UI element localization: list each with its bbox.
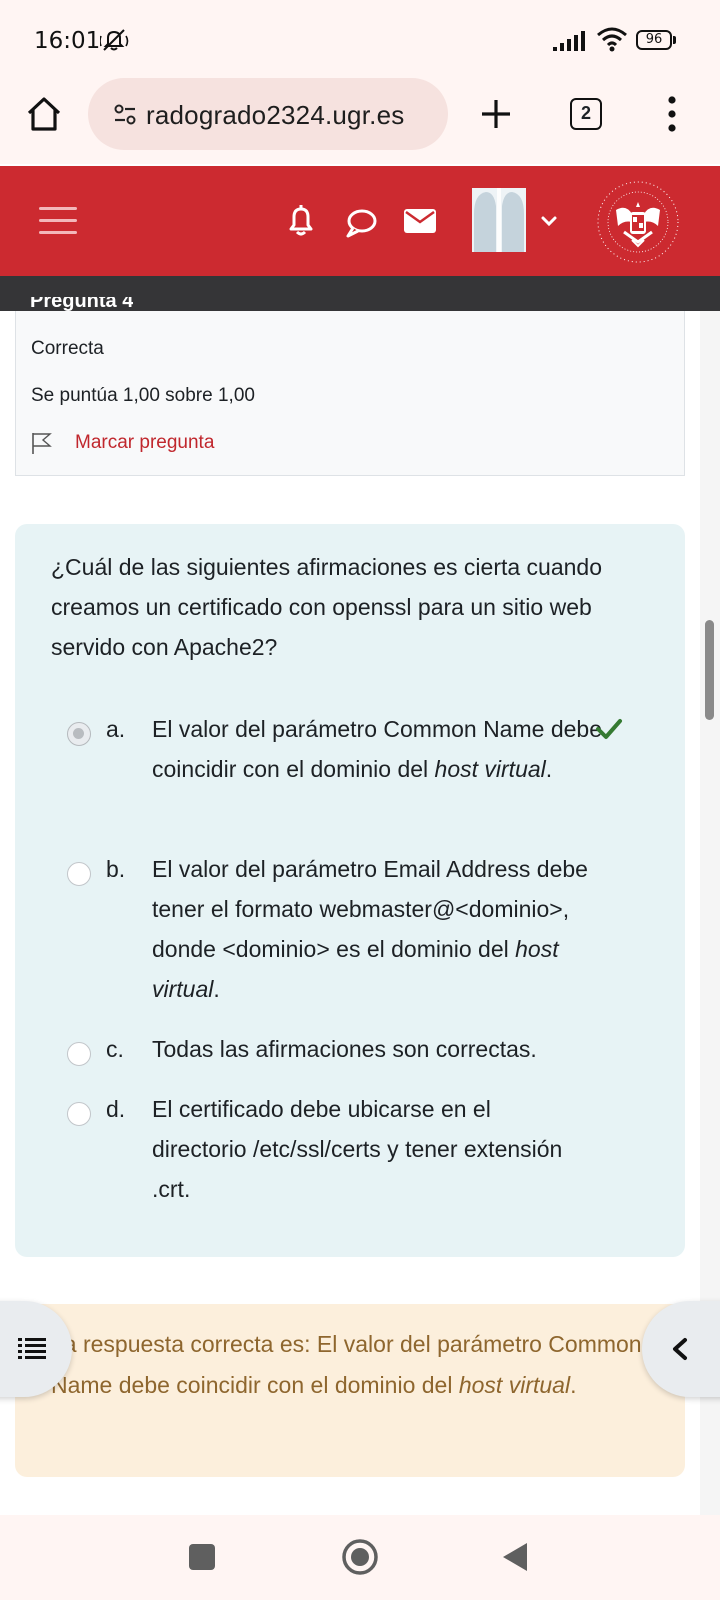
answer-text-a: El valor del parámetro Common Name debe …	[152, 716, 602, 782]
signal-icon	[553, 31, 585, 51]
url-text: radogrado2324.ugr.es	[146, 100, 405, 130]
status-bar: 16:01 96	[0, 0, 720, 78]
answer-letter-b: b.	[106, 856, 126, 882]
status-time: 16:01	[34, 28, 101, 54]
answer-text-b: El valor del parámetro Email Address deb…	[152, 856, 588, 1002]
site-settings-icon[interactable]	[114, 104, 136, 126]
scrollbar-thumb[interactable]	[705, 620, 714, 720]
correct-answer-feedback: La respuesta correcta es: El valor del p…	[15, 1304, 685, 1477]
back-icon[interactable]	[500, 1541, 530, 1573]
answer-letter-a: a.	[106, 716, 126, 742]
question-number: Pregunta 4	[30, 297, 134, 311]
more-menu-icon[interactable]	[664, 96, 680, 132]
list-icon	[18, 1338, 46, 1359]
question-box: ¿Cuál de las siguientes afirmaciones es …	[15, 524, 685, 1257]
address-bar[interactable]: radogrado2324.ugr.es	[88, 78, 448, 150]
site-header	[0, 166, 720, 276]
browser-toolbar: radogrado2324.ugr.es 2	[0, 78, 720, 164]
battery-level: 96	[636, 30, 672, 50]
flag-icon	[32, 433, 52, 454]
bell-icon[interactable]	[286, 204, 316, 238]
question-text: ¿Cuál de las siguientes afirmaciones es …	[51, 554, 603, 660]
new-tab-icon[interactable]	[476, 94, 516, 134]
home-icon[interactable]	[24, 94, 64, 134]
menu-icon[interactable]	[38, 202, 78, 238]
correct-check-icon	[596, 719, 622, 739]
question-state: Correcta	[31, 338, 104, 359]
answer-radio-c[interactable]	[67, 1042, 91, 1066]
tab-switcher-button[interactable]: 2	[570, 98, 602, 130]
avatar[interactable]	[472, 188, 526, 252]
mail-icon[interactable]	[404, 209, 436, 233]
header-strip: Pregunta 4	[0, 276, 720, 311]
answer-letter-c: c.	[106, 1036, 124, 1062]
feedback-text: La respuesta correcta es: El valor del p…	[51, 1331, 642, 1398]
answer-text-d: El certificado debe ubicarse en el direc…	[152, 1096, 563, 1202]
answer-letter-d: d.	[106, 1096, 126, 1122]
chevron-left-icon	[673, 1338, 687, 1360]
chevron-down-icon[interactable]	[540, 212, 558, 230]
flag-question-label: Marcar pregunta	[75, 432, 215, 453]
answer-radio-d[interactable]	[67, 1102, 91, 1126]
mute-icon	[100, 29, 129, 51]
chat-icon[interactable]	[345, 208, 377, 238]
recents-icon[interactable]	[189, 1544, 215, 1570]
quiz-review-content[interactable]: Correcta Se puntúa 1,00 sobre 1,00 Marca…	[0, 311, 720, 1515]
wifi-icon	[597, 27, 627, 52]
answer-text-c: Todas las afirmaciones son correctas.	[152, 1036, 537, 1062]
question-grade: Se puntúa 1,00 sobre 1,00	[31, 385, 255, 406]
answer-radio-a[interactable]	[67, 722, 91, 746]
question-info-box: Correcta Se puntúa 1,00 sobre 1,00 Marca…	[15, 311, 685, 476]
ugr-logo	[597, 181, 679, 263]
home-circle-icon[interactable]	[340, 1537, 380, 1577]
answer-radio-b[interactable]	[67, 862, 91, 886]
system-nav-bar	[0, 1515, 720, 1600]
battery-icon: 96	[636, 30, 676, 52]
